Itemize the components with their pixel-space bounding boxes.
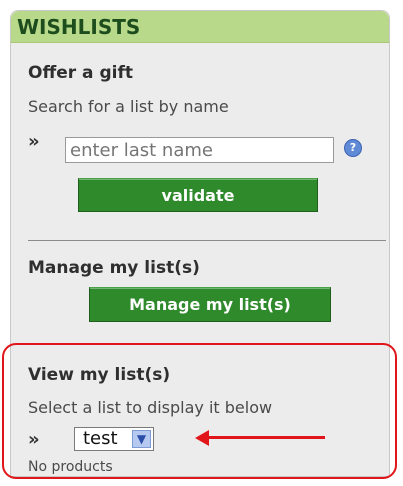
validate-button[interactable]: validate	[78, 178, 318, 212]
offer-gift-bullet: »	[28, 131, 40, 152]
annotation-arrow-icon	[195, 430, 209, 446]
annotation-arrow-line	[205, 436, 325, 439]
annotation-highlight-box	[2, 343, 397, 479]
help-icon[interactable]: ?	[344, 139, 362, 157]
wishlists-header: WISHLISTS	[11, 11, 389, 43]
offer-gift-heading: Offer a gift	[28, 63, 133, 83]
offer-gift-subtitle: Search for a list by name	[28, 97, 229, 116]
manage-lists-button[interactable]: Manage my list(s)	[89, 287, 331, 322]
section-divider	[28, 240, 386, 241]
last-name-input[interactable]	[65, 137, 334, 163]
manage-lists-heading: Manage my list(s)	[28, 258, 200, 278]
wishlists-title: WISHLISTS	[17, 15, 141, 39]
